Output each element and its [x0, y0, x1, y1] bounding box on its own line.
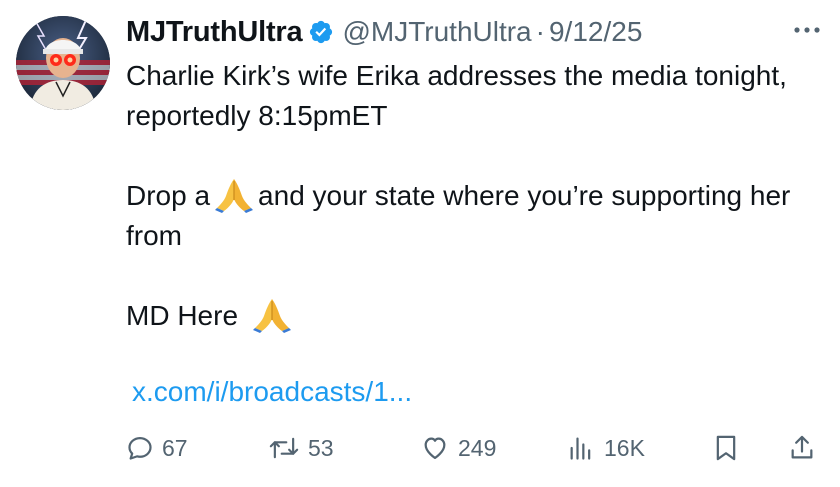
views-chart-icon	[566, 434, 596, 462]
repost-count: 53	[308, 434, 334, 461]
tweet-text-line-1: Charlie Kirk’s wife Erika addresses the …	[126, 60, 787, 131]
more-options-icon[interactable]	[790, 20, 824, 40]
views-button[interactable]: 16K	[566, 428, 645, 468]
like-count: 249	[458, 434, 497, 461]
heart-icon	[420, 434, 450, 462]
avatar[interactable]	[16, 16, 110, 110]
like-button[interactable]: 249	[420, 428, 496, 468]
share-icon	[788, 433, 816, 463]
action-bar: 67 53 249 16K	[126, 428, 826, 468]
avatar-image	[16, 16, 110, 110]
tweet-text-line-2: Drop a and your state where you’re suppor…	[126, 176, 816, 256]
tweet: MJTruthUltra @MJTruthUltra · 9/12/25 Cha…	[0, 0, 840, 487]
tweet-text-line-3-text: MD Here	[126, 300, 239, 331]
separator-dot: ·	[535, 16, 545, 47]
repost-button[interactable]: 53	[268, 428, 334, 468]
folded-hands-emoji	[252, 297, 292, 333]
share-button[interactable]	[788, 428, 816, 468]
bookmark-icon	[712, 433, 740, 463]
tweet-text-line-3: MD Here	[126, 296, 816, 336]
repost-icon	[268, 434, 300, 462]
tweet-text-line-2-start: Drop a	[126, 180, 211, 211]
tweet-date[interactable]: 9/12/25	[549, 16, 642, 48]
reply-button[interactable]: 67	[126, 428, 188, 468]
reply-count: 67	[162, 434, 188, 461]
display-name[interactable]: MJTruthUltra	[126, 16, 303, 49]
folded-hands-emoji	[214, 177, 254, 213]
tweet-body: Charlie Kirk’s wife Erika addresses the …	[126, 56, 816, 336]
tweet-header: MJTruthUltra @MJTruthUltra · 9/12/25	[126, 12, 642, 52]
broadcast-link[interactable]: x.com/i/broadcasts/1...	[132, 376, 412, 408]
bookmark-button[interactable]	[712, 428, 740, 468]
verified-badge-icon[interactable]	[308, 19, 334, 45]
views-count: 16K	[604, 434, 645, 461]
user-handle[interactable]: @MJTruthUltra	[342, 16, 531, 48]
reply-icon	[126, 434, 154, 462]
